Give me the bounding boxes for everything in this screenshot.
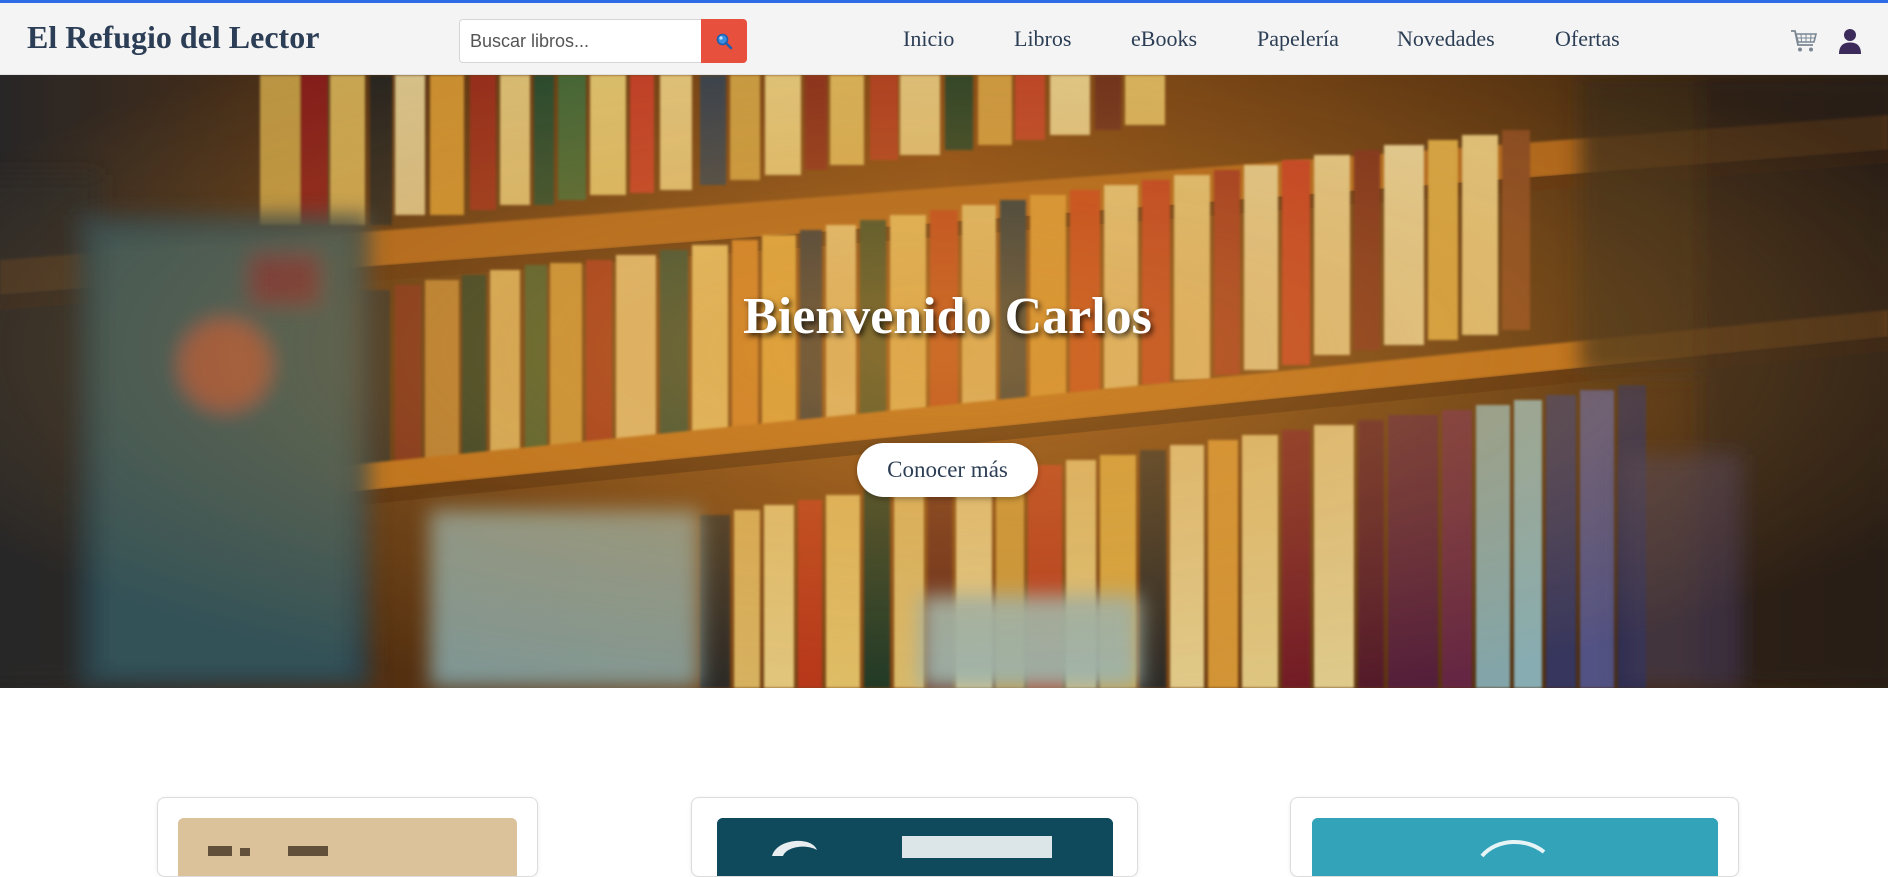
user-account-button[interactable]: [1838, 27, 1862, 55]
nav-item-inicio[interactable]: Inicio: [903, 26, 954, 52]
site-logo[interactable]: El Refugio del Lector: [27, 19, 319, 56]
nav-item-libros[interactable]: Libros: [1014, 26, 1071, 52]
search-input[interactable]: [459, 19, 702, 63]
book-cover-image: [178, 818, 517, 876]
site-header: El Refugio del Lector Inicio Libros eBoo…: [0, 0, 1888, 75]
search-button[interactable]: [701, 19, 747, 63]
cart-button[interactable]: [1790, 28, 1818, 54]
hero-banner: Bienvenido Carlos Conocer más: [0, 75, 1888, 688]
hero-title: Bienvenido Carlos: [743, 288, 1152, 345]
nav-item-novedades[interactable]: Novedades: [1397, 26, 1495, 52]
cart-icon: [1791, 30, 1818, 52]
book-cover-image: [717, 818, 1113, 876]
featured-book-card[interactable]: [157, 797, 538, 877]
nav-item-ebooks[interactable]: eBooks: [1131, 26, 1197, 52]
learn-more-button[interactable]: Conocer más: [857, 443, 1038, 497]
bookshelf-background-image: [0, 75, 1888, 688]
nav-item-papeleria[interactable]: Papelería: [1257, 26, 1339, 52]
user-icon: [1839, 29, 1861, 54]
search-bar: [459, 19, 747, 63]
book-cover-art: [178, 818, 517, 876]
search-icon: [716, 33, 733, 50]
nav-item-ofertas[interactable]: Ofertas: [1555, 26, 1620, 52]
book-cover-image: [1312, 818, 1718, 876]
featured-book-card[interactable]: [691, 797, 1138, 877]
book-cover-art: [717, 818, 1113, 876]
book-cover-art: [1312, 818, 1718, 876]
featured-book-card[interactable]: [1290, 797, 1739, 877]
